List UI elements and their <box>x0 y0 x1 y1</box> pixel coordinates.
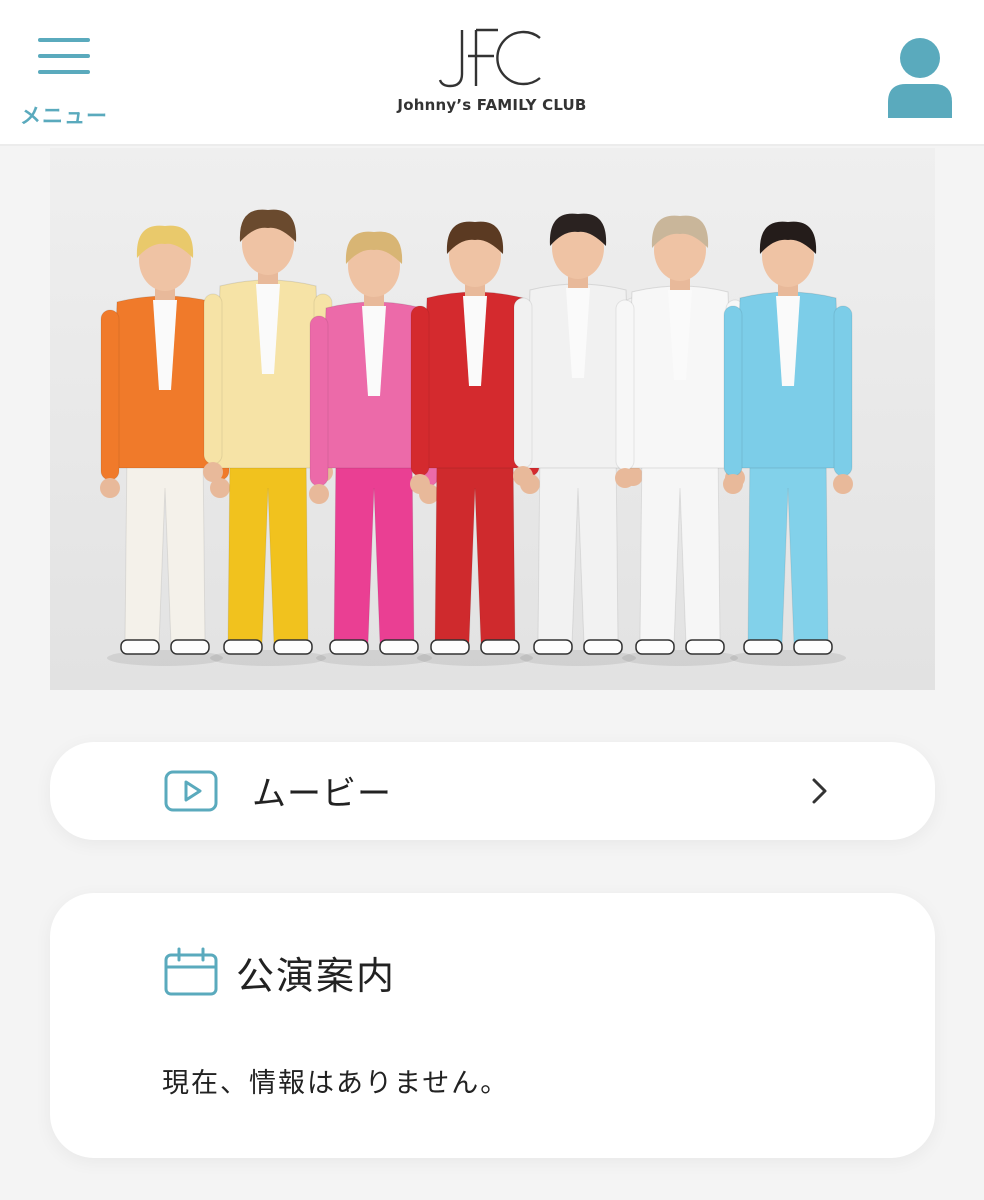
member-arm <box>615 299 635 471</box>
site-header: メニュー Johnny’s FAMILY CLUB <box>0 0 984 146</box>
play-icon <box>164 770 218 812</box>
calendar-icon <box>164 947 218 996</box>
member-shoe <box>533 639 573 655</box>
logo[interactable]: Johnny’s FAMILY CLUB <box>394 22 590 122</box>
member-shoe <box>430 639 470 655</box>
account-button[interactable] <box>884 36 956 120</box>
member-hand <box>723 474 743 494</box>
member-shoe <box>329 639 369 655</box>
performance-empty-message: 現在、情報はありません。 <box>162 1068 510 1099</box>
member-arm <box>833 305 853 477</box>
menu-label: メニュー <box>20 104 108 128</box>
performance-title: 公演案内 <box>236 954 397 998</box>
logo-text: Johnny’s FAMILY CLUB <box>397 96 587 114</box>
member-hand <box>833 474 853 494</box>
member-shoe <box>793 639 833 655</box>
member-shoe <box>583 639 623 655</box>
member-shoe <box>273 639 313 655</box>
member-shoe <box>685 639 725 655</box>
member-arm <box>410 305 430 477</box>
user-icon <box>888 38 952 118</box>
member-hand <box>513 466 533 486</box>
member-hand <box>410 474 430 494</box>
member-shoe <box>170 639 210 655</box>
member-hand <box>309 484 329 504</box>
member-shoe <box>635 639 675 655</box>
menu-button[interactable]: メニュー <box>14 30 114 130</box>
movie-link[interactable]: ムービー <box>50 742 935 840</box>
movie-title: ムービー <box>252 774 392 814</box>
member-shoe <box>223 639 263 655</box>
chevron-right-icon <box>812 778 827 804</box>
member-arm <box>723 305 743 477</box>
jfc-logo-mark <box>438 28 541 88</box>
performance-info-card: 公演案内 現在、情報はありません。 <box>50 893 935 1158</box>
member-arm <box>309 315 329 487</box>
member-arm <box>100 309 120 481</box>
member-hand <box>203 462 223 482</box>
member-hand <box>100 478 120 498</box>
member-arm <box>203 293 223 465</box>
member-shoe <box>743 639 783 655</box>
member-shoe <box>379 639 419 655</box>
member-shoe <box>120 639 160 655</box>
member-arm <box>513 297 533 469</box>
hero-group-photo <box>50 148 935 690</box>
member-shoe <box>480 639 520 655</box>
hamburger-icon <box>38 38 90 86</box>
member-hand <box>615 468 635 488</box>
